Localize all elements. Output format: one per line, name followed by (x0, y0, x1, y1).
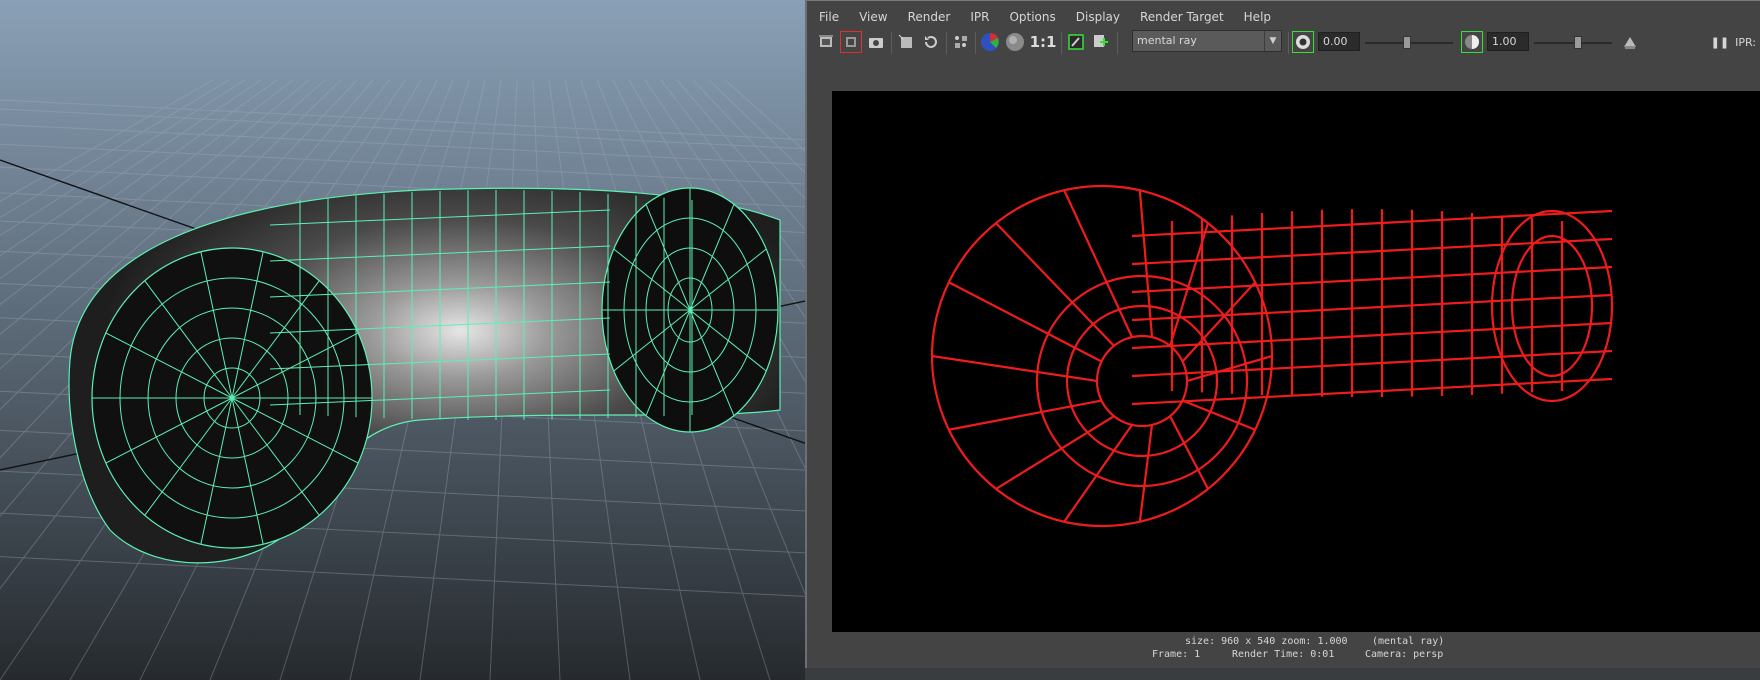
window-bottom-edge (805, 668, 1760, 680)
remove-image-icon[interactable] (1090, 31, 1112, 53)
renderer-select-value: mental ray (1137, 34, 1197, 47)
rendered-torus-wireframe (930, 184, 1614, 528)
gamma-slider[interactable] (1534, 36, 1612, 49)
gamma-icon[interactable] (1461, 31, 1483, 53)
pause-icon[interactable]: ❚❚ (1711, 36, 1729, 49)
snapshot-icon[interactable] (865, 31, 887, 53)
status-frame: Frame: 1 (1152, 649, 1201, 660)
menu-file[interactable]: File (819, 10, 839, 24)
menu-view[interactable]: View (859, 10, 887, 24)
alpha-channel-icon[interactable] (1004, 31, 1026, 53)
refresh-icon[interactable] (920, 31, 942, 53)
real-size-button[interactable]: 1:1 (1029, 31, 1057, 53)
render-view-menubar: File View Render IPR Options Display Ren… (807, 4, 1291, 30)
renderer-select[interactable]: mental ray ▼ (1132, 30, 1282, 52)
render-region-icon[interactable] (840, 31, 862, 53)
menu-render[interactable]: Render (908, 10, 951, 24)
status-render-time: Render Time: 0:01 (1232, 649, 1335, 660)
view-transform-icon[interactable] (1619, 31, 1641, 53)
exposure-field[interactable]: 0.00 (1318, 32, 1360, 51)
menu-options[interactable]: Options (1009, 10, 1055, 24)
menu-render-target[interactable]: Render Target (1140, 10, 1224, 24)
render-view-window: File View Render IPR Options Display Ren… (805, 0, 1760, 668)
exposure-icon[interactable] (1292, 31, 1314, 53)
status-renderer: (mental ray) (1372, 636, 1445, 647)
chevron-down-icon: ▼ (1264, 31, 1281, 51)
ipr-label: ❚❚ IPR: (1710, 36, 1756, 49)
menu-display[interactable]: Display (1076, 10, 1120, 24)
perspective-viewport[interactable] (0, 0, 810, 680)
status-camera: Camera: persp (1365, 649, 1444, 660)
keep-image-icon[interactable] (1065, 31, 1087, 53)
exposure-slider[interactable] (1365, 36, 1453, 49)
gamma-slider-thumb[interactable] (1574, 36, 1582, 49)
gamma-field[interactable]: 1.00 (1487, 32, 1529, 51)
render-view-toolbar: 1:1 mental ray ▼ 0.00 1.00 ❚❚ IPR: (807, 29, 1760, 57)
render-status-bar: size: 960 x 540 zoom: 1.000 (mental ray)… (807, 633, 1760, 667)
menu-help[interactable]: Help (1244, 10, 1271, 24)
ipr-render-icon[interactable] (895, 31, 917, 53)
menu-ipr[interactable]: IPR (970, 10, 989, 24)
rendered-image (930, 184, 1614, 528)
status-size: size: 960 x 540 zoom: 1.000 (1185, 636, 1348, 647)
viewport-scene (0, 0, 810, 680)
render-canvas[interactable] (832, 91, 1760, 632)
exposure-slider-thumb[interactable] (1403, 36, 1411, 49)
rgb-channels-icon[interactable] (979, 31, 1001, 53)
render-settings-icon[interactable] (950, 31, 972, 53)
redo-render-icon[interactable] (815, 31, 837, 53)
